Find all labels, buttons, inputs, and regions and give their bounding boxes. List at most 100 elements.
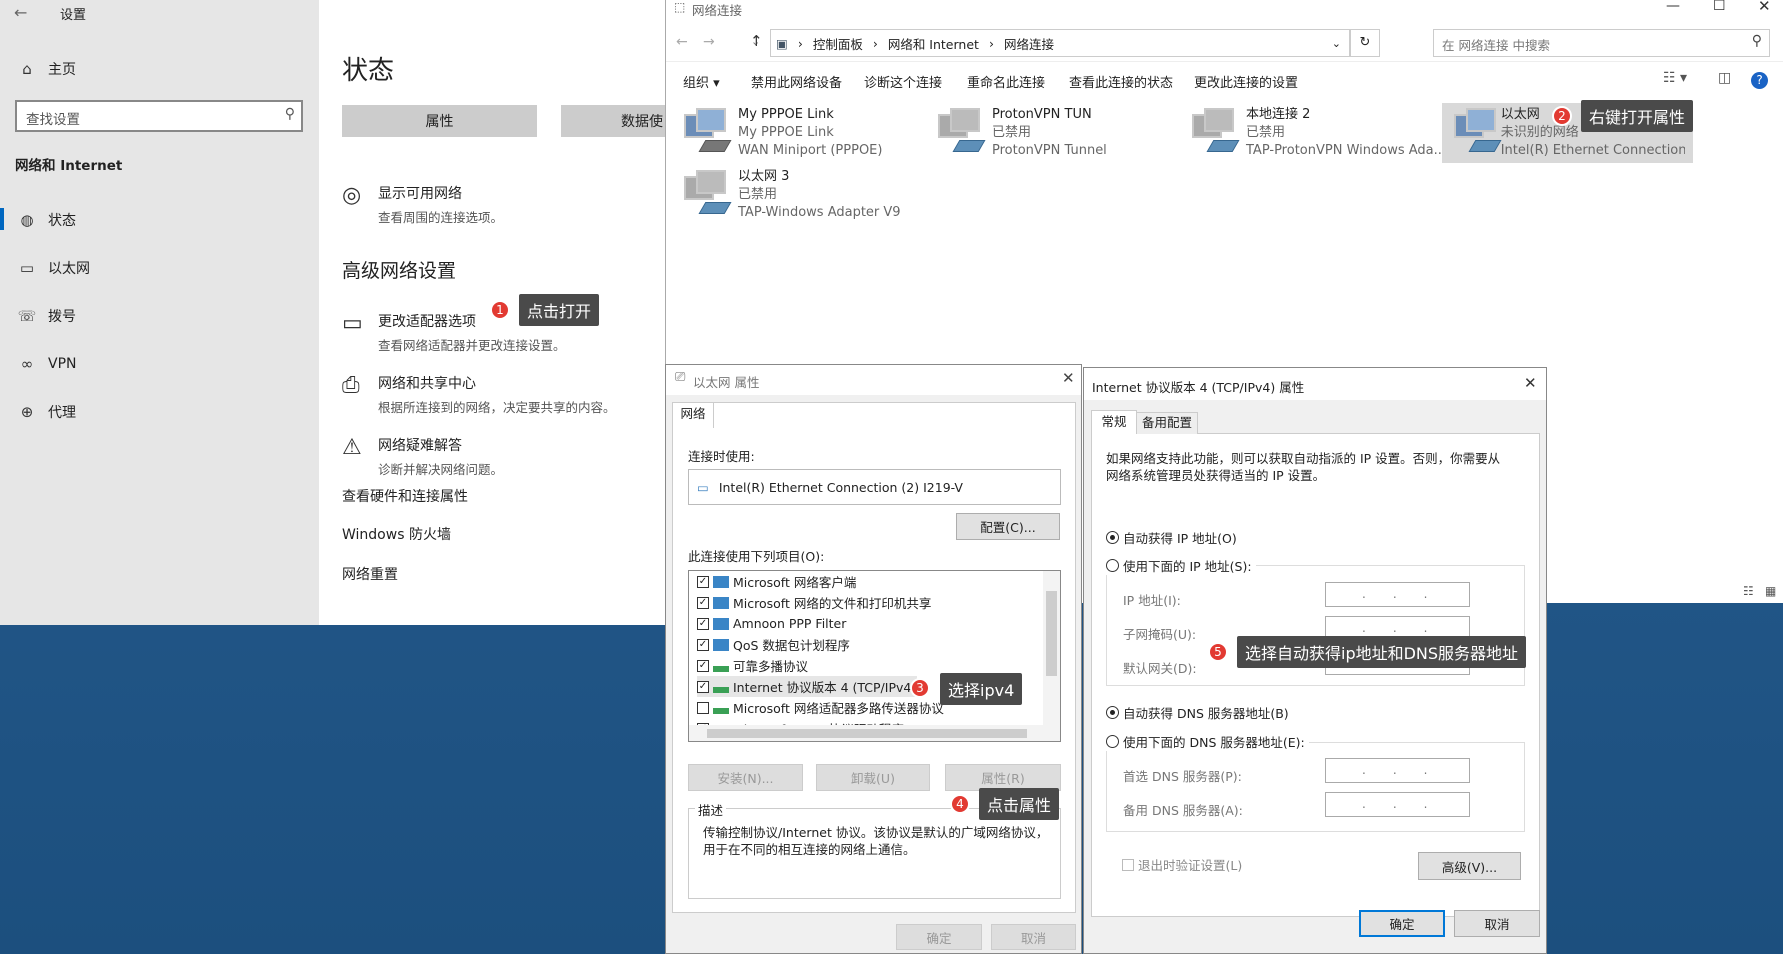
alternate-dns-field[interactable]: ...	[1325, 792, 1470, 817]
hardware-link[interactable]: 查看硬件和连接属性	[342, 486, 468, 506]
ethernet-properties-dialog: ⎚ 以太网 属性 ✕ 网络 连接时使用: ▭ Intel(R) Ethernet…	[665, 364, 1082, 954]
settings-search-input[interactable]: 查找设置 ⚲	[15, 100, 303, 132]
network-adapter-icon	[1450, 106, 1502, 158]
configure-button[interactable]: 配置(C)...	[956, 513, 1060, 540]
cancel-button[interactable]: 取消	[991, 924, 1076, 950]
manual-dns-radio[interactable]: 使用下面的 DNS 服务器地址(E):	[1106, 732, 1309, 751]
checkbox[interactable]: ✓	[697, 680, 709, 693]
sidebar-item-label: 状态	[48, 213, 76, 229]
manual-ip-radio[interactable]: 使用下面的 IP 地址(S):	[1106, 556, 1256, 575]
address-bar[interactable]: ▣ › 控制面板 › 网络和 Internet › 网络连接 ⌄	[770, 29, 1350, 57]
ethernet-icon: ▭	[19, 259, 35, 277]
breadcrumb-item[interactable]: 控制面板	[813, 34, 863, 53]
refresh-icon[interactable]: ↻	[1350, 29, 1380, 57]
sidebar-item-proxy[interactable]: ⊕ 代理	[0, 389, 319, 435]
breadcrumb-item[interactable]: 网络连接	[1004, 34, 1054, 53]
sidebar-item-dialup[interactable]: ☏ 拨号	[0, 293, 319, 339]
close-icon[interactable]: ✕	[1524, 374, 1537, 392]
change-settings-button[interactable]: 更改此连接的设置	[1194, 72, 1298, 91]
checkbox[interactable]: ✓	[697, 659, 709, 672]
breadcrumb-item[interactable]: 网络和 Internet	[888, 34, 979, 53]
view-status-button[interactable]: 查看此连接的状态	[1069, 72, 1173, 91]
auto-dns-radio[interactable]: 自动获得 DNS 服务器地址(B)	[1106, 703, 1289, 722]
install-button[interactable]: 安装(N)...	[688, 764, 803, 791]
diagnose-button[interactable]: 诊断这个连接	[864, 72, 942, 91]
checkbox[interactable]: ✓	[697, 575, 709, 588]
list-item[interactable]: ✓ 可靠多播协议	[697, 655, 808, 676]
advanced-button[interactable]: 高级(V)...	[1418, 852, 1521, 880]
organize-menu[interactable]: 组织 ▾	[683, 72, 720, 91]
sharing-center-item[interactable]: ⎙ 网络和共享中心 根据所连接到的网络，决定要共享的内容。	[342, 373, 616, 416]
adapter-ethernet-3[interactable]: 以太网 3 已禁用 TAP-Windows Adapter V9	[680, 168, 901, 222]
ok-button[interactable]: 确定	[896, 924, 982, 950]
up-arrow-icon[interactable]: ↑	[750, 32, 763, 50]
adapter-pppoe[interactable]: My PPPOE Link My PPPOE Link WAN Miniport (…	[680, 106, 882, 160]
firewall-link[interactable]: Windows 防火墙	[342, 524, 451, 544]
network-reset-link[interactable]: 网络重置	[342, 564, 398, 584]
minimize-icon[interactable]: —	[1666, 0, 1680, 14]
globe-icon: ◍	[20, 211, 34, 229]
horizontal-scrollbar[interactable]	[689, 725, 1060, 741]
adapter-protonvpn-tun[interactable]: ProtonVPN TUN 已禁用 ProtonVPN Tunnel	[934, 106, 1107, 160]
sidebar-item-label: 以太网	[48, 261, 90, 277]
data-usage-button[interactable]: 数据使	[561, 105, 670, 137]
tiles-view-icon[interactable]: ▦	[1765, 584, 1776, 598]
vertical-scrollbar[interactable]	[1043, 571, 1060, 725]
cancel-button[interactable]: 取消	[1454, 910, 1540, 937]
checkbox[interactable]: ✓	[697, 596, 709, 609]
back-arrow-icon[interactable]: ←	[676, 34, 688, 50]
validate-checkbox[interactable]: 退出时验证设置(L)	[1122, 855, 1242, 874]
ip-address-field[interactable]: ...	[1325, 582, 1470, 607]
back-arrow-icon[interactable]: ←	[14, 3, 27, 22]
client-icon	[713, 575, 729, 588]
preferred-dns-field[interactable]: ...	[1325, 758, 1470, 783]
view-options-icon[interactable]: ☷ ▾	[1663, 70, 1687, 86]
chevron-right-icon: ›	[872, 35, 878, 51]
search-input[interactable]: 在 网络连接 中搜索 ⚲	[1433, 29, 1770, 57]
tab-alternate[interactable]: 备用配置	[1136, 412, 1198, 434]
tab-network[interactable]: 网络	[672, 402, 714, 428]
checkbox[interactable]: ✓	[697, 638, 709, 651]
adapter-local-2[interactable]: 本地连接 2 已禁用 TAP-ProtonVPN Windows Ada...	[1188, 106, 1446, 160]
checkbox[interactable]	[697, 701, 709, 714]
properties-button[interactable]: 属性	[342, 105, 537, 137]
close-icon[interactable]: ✕	[1758, 0, 1771, 15]
forward-arrow-icon[interactable]: →	[703, 34, 715, 50]
checkbox[interactable]: ✓	[697, 617, 709, 630]
sidebar-item-status[interactable]: ◍ 状态	[0, 197, 319, 243]
list-item[interactable]: ✓ QoS 数据包计划程序	[697, 634, 850, 655]
advanced-heading: 高级网络设置	[342, 260, 457, 282]
troubleshoot-item[interactable]: ⚠ 网络疑难解答 诊断并解决网络问题。	[342, 435, 503, 478]
properties-button[interactable]: 属性(R)	[945, 764, 1061, 791]
sidebar-item-vpn[interactable]: ∞ VPN	[0, 341, 319, 387]
list-item[interactable]: ✓ Amnoon PPP Filter	[697, 613, 846, 634]
sidebar-item-ethernet[interactable]: ▭ 以太网	[0, 245, 319, 291]
list-item[interactable]: Microsoft 网络适配器多路传送器协议	[697, 697, 944, 718]
ok-button[interactable]: 确定	[1359, 910, 1445, 937]
sidebar-item-home[interactable]: ⌂ 主页	[0, 46, 319, 92]
step-badge: 1	[490, 300, 510, 320]
qos-icon	[713, 638, 729, 651]
close-icon[interactable]: ✕	[1062, 369, 1075, 387]
help-icon[interactable]: ?	[1751, 72, 1768, 89]
filter-icon	[713, 617, 729, 630]
uninstall-button[interactable]: 卸载(U)	[816, 764, 930, 791]
component-list[interactable]: ✓ Microsoft 网络客户端 ✓ Microsoft 网络的文件和打印机共享 …	[688, 570, 1061, 742]
maximize-icon[interactable]: ☐	[1713, 0, 1726, 14]
vpn-icon: ∞	[20, 355, 34, 373]
preview-pane-icon[interactable]: ◫	[1718, 70, 1731, 86]
search-icon: ⚲	[284, 106, 295, 122]
auto-ip-radio[interactable]: 自动获得 IP 地址(O)	[1106, 528, 1237, 547]
tab-general[interactable]: 常规	[1091, 410, 1137, 434]
list-item-ipv4[interactable]: ✓ Internet 协议版本 4 (TCP/IPv4)	[697, 676, 917, 697]
details-view-icon[interactable]: ☷	[1743, 584, 1754, 598]
list-item[interactable]: ✓ Microsoft 网络的文件和打印机共享	[697, 592, 931, 613]
disable-device-button[interactable]: 禁用此网络设备	[751, 72, 842, 91]
step-badge: 4	[950, 794, 970, 814]
show-networks-item[interactable]: ◎ 显示可用网络 查看周围的连接选项。	[342, 183, 503, 226]
rename-button[interactable]: 重命名此连接	[967, 72, 1045, 91]
chevron-down-icon[interactable]: ⌄	[1332, 37, 1341, 50]
warning-icon: ⚠	[342, 435, 362, 460]
list-item[interactable]: ✓ Microsoft 网络客户端	[697, 571, 856, 592]
dialog-titlebar: ⎚ 以太网 属性 ✕	[666, 365, 1081, 395]
